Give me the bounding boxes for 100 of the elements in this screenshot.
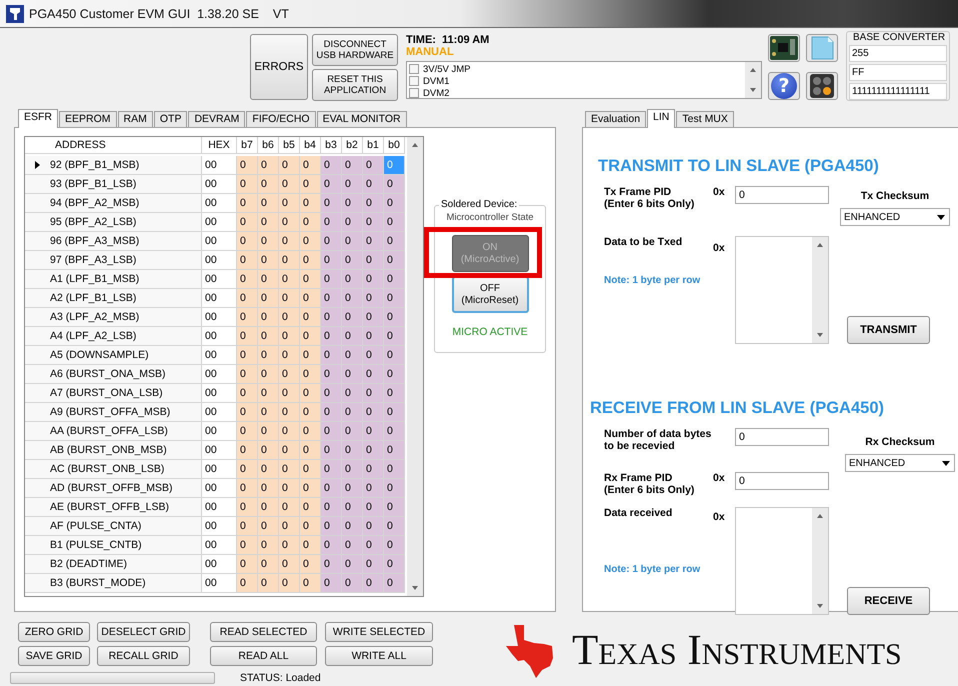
table-cell[interactable]: 0 <box>363 175 384 194</box>
table-cell[interactable]: 0 <box>342 460 363 479</box>
table-cell[interactable]: 0 <box>384 232 405 251</box>
table-cell[interactable]: 0 <box>321 175 342 194</box>
table-cell[interactable]: 0 <box>300 194 321 213</box>
table-cell[interactable]: 0 <box>384 422 405 441</box>
table-cell[interactable]: 0 <box>363 194 384 213</box>
table-cell[interactable]: 0 <box>300 175 321 194</box>
table-cell[interactable]: 0 <box>258 213 279 232</box>
table-cell[interactable]: 00 <box>202 460 237 479</box>
table-cell[interactable]: 0 <box>342 517 363 536</box>
table-cell[interactable]: 0 <box>384 574 405 593</box>
table-cell[interactable]: 0 <box>342 232 363 251</box>
table-cell[interactable]: 0 <box>384 175 405 194</box>
table-cell[interactable]: 0 <box>300 156 321 175</box>
table-cell[interactable]: 0 <box>258 441 279 460</box>
table-cell[interactable]: 0 <box>279 327 300 346</box>
table-cell[interactable]: 0 <box>279 270 300 289</box>
table-cell[interactable]: 0 <box>300 251 321 270</box>
table-cell[interactable]: 0 <box>300 384 321 403</box>
table-cell[interactable]: 00 <box>202 536 237 555</box>
table-cell[interactable]: 00 <box>202 251 237 270</box>
table-cell[interactable]: 0 <box>342 213 363 232</box>
table-cell[interactable]: 0 <box>321 422 342 441</box>
table-cell[interactable]: 00 <box>202 517 237 536</box>
table-cell[interactable]: 0 <box>258 346 279 365</box>
tab[interactable]: EVAL MONITOR <box>316 111 407 127</box>
table-cell[interactable]: 0 <box>279 422 300 441</box>
disconnect-button[interactable]: DISCONNECT USB HARDWARE <box>312 34 398 66</box>
tab[interactable]: ESFR <box>18 109 58 128</box>
table-cell[interactable]: 0 <box>279 403 300 422</box>
table-cell[interactable]: 0 <box>300 327 321 346</box>
table-cell[interactable]: 0 <box>258 232 279 251</box>
table-cell[interactable]: 0 <box>258 270 279 289</box>
table-cell[interactable]: 00 <box>202 289 237 308</box>
grid-action-button[interactable]: WRITE ALL <box>325 646 433 666</box>
table-cell[interactable]: 0 <box>321 213 342 232</box>
table-cell[interactable]: 0 <box>384 194 405 213</box>
receive-button[interactable]: RECEIVE <box>847 587 930 615</box>
data-textarea[interactable] <box>735 507 829 615</box>
table-cell[interactable]: 0 <box>363 289 384 308</box>
table-cell[interactable]: 0 <box>258 555 279 574</box>
table-cell[interactable]: 0 <box>363 232 384 251</box>
table-cell[interactable]: 0 <box>363 517 384 536</box>
table-cell[interactable]: 0 <box>258 289 279 308</box>
table-cell[interactable]: 00 <box>202 327 237 346</box>
table-cell[interactable]: 00 <box>202 574 237 593</box>
scrollbar[interactable] <box>745 62 761 98</box>
table-cell[interactable]: 0 <box>321 346 342 365</box>
table-cell[interactable]: 0 <box>342 251 363 270</box>
table-cell[interactable]: 0 <box>279 536 300 555</box>
table-cell[interactable]: 0 <box>237 251 258 270</box>
table-cell[interactable]: 0 <box>237 270 258 289</box>
table-cell[interactable]: 00 <box>202 213 237 232</box>
table-cell[interactable]: 0 <box>300 232 321 251</box>
table-cell[interactable]: 0 <box>321 403 342 422</box>
table-cell[interactable]: 0 <box>279 175 300 194</box>
table-cell[interactable]: 0 <box>321 384 342 403</box>
table-cell[interactable]: 0 <box>300 479 321 498</box>
table-cell[interactable]: 0 <box>321 498 342 517</box>
grid-action-button[interactable]: RECALL GRID <box>97 646 190 666</box>
table-cell[interactable]: 0 <box>342 479 363 498</box>
table-cell[interactable]: 0 <box>342 289 363 308</box>
table-cell[interactable]: 0 <box>258 422 279 441</box>
table-cell[interactable]: 0 <box>363 422 384 441</box>
table-cell[interactable]: 0 <box>258 517 279 536</box>
tab[interactable]: DEVRAM <box>188 111 246 127</box>
table-cell[interactable]: 0 <box>363 403 384 422</box>
table-cell[interactable]: 0 <box>300 213 321 232</box>
reset-button[interactable]: RESET THIS APPLICATION <box>312 69 398 101</box>
table-cell[interactable]: 0 <box>237 308 258 327</box>
table-cell[interactable]: 0 <box>363 441 384 460</box>
table-cell[interactable]: 0 <box>321 327 342 346</box>
table-cell[interactable]: 0 <box>300 403 321 422</box>
table-cell[interactable]: 0 <box>279 194 300 213</box>
table-cell[interactable]: 0 <box>342 498 363 517</box>
table-cell[interactable]: 0 <box>384 270 405 289</box>
table-cell[interactable]: 0 <box>279 384 300 403</box>
table-cell[interactable]: 0 <box>342 555 363 574</box>
table-cell[interactable]: 0 <box>321 308 342 327</box>
table-cell[interactable]: 0 <box>237 498 258 517</box>
table-cell[interactable]: 0 <box>321 251 342 270</box>
table-cell[interactable]: 0 <box>300 441 321 460</box>
table-cell[interactable]: 0 <box>342 536 363 555</box>
table-cell[interactable]: 0 <box>321 194 342 213</box>
checksum-dropdown[interactable]: ENHANCED <box>840 208 950 226</box>
converter-field[interactable]: 255 <box>849 45 947 62</box>
table-cell[interactable]: 0 <box>363 574 384 593</box>
table-cell[interactable]: 0 <box>258 251 279 270</box>
table-cell[interactable]: 0 <box>279 346 300 365</box>
table-cell[interactable]: 0 <box>384 536 405 555</box>
table-cell[interactable]: 00 <box>202 422 237 441</box>
table-cell[interactable]: 0 <box>384 403 405 422</box>
table-cell[interactable]: 0 <box>279 308 300 327</box>
table-cell[interactable]: 0 <box>342 403 363 422</box>
table-cell[interactable]: 00 <box>202 365 237 384</box>
table-cell[interactable]: 0 <box>279 251 300 270</box>
scrollbar[interactable] <box>812 237 828 343</box>
table-cell[interactable]: 00 <box>202 346 237 365</box>
table-cell[interactable]: 0 <box>342 308 363 327</box>
